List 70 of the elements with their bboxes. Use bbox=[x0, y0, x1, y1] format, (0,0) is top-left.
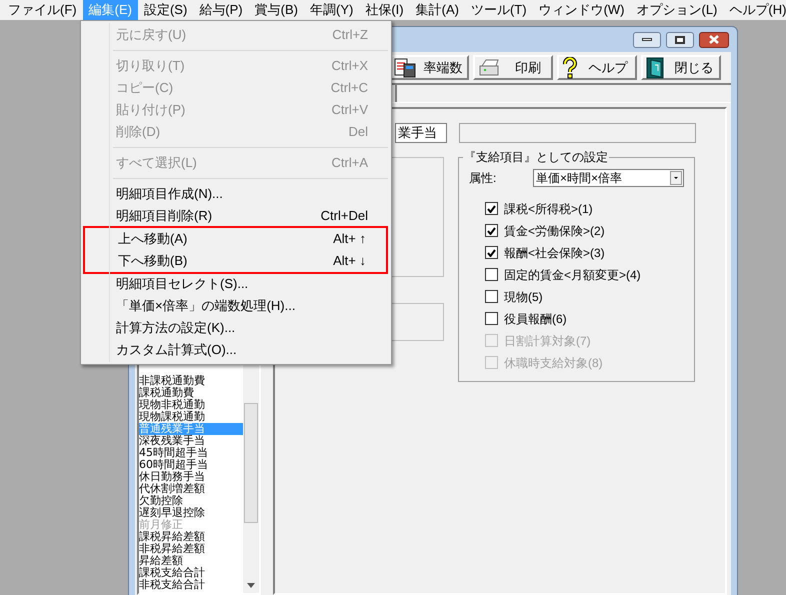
list-item[interactable]: 代休割増差額 bbox=[139, 483, 243, 495]
list-item[interactable]: 非税支給合計 bbox=[139, 579, 243, 591]
check-icon bbox=[487, 226, 496, 234]
toolbar-button[interactable]: 閉じる bbox=[641, 55, 721, 80]
menu-title[interactable]: 給与(P) bbox=[193, 0, 249, 20]
maximize-button[interactable] bbox=[666, 32, 694, 48]
scrollbar[interactable] bbox=[243, 365, 259, 593]
list-item[interactable]: 非税昇給差額 bbox=[139, 543, 243, 555]
calculator-icon bbox=[394, 58, 416, 78]
menu-item[interactable]: カスタム計算式(O)... bbox=[83, 339, 388, 361]
text-field[interactable] bbox=[459, 123, 696, 143]
menu-item[interactable]: 「単価×倍率」の端数処理(H)... bbox=[83, 295, 388, 317]
toolbar-button[interactable]: 印刷 bbox=[473, 55, 553, 80]
list-item[interactable]: 欠勤控除 bbox=[139, 495, 243, 507]
checkbox-label: 現物(5) bbox=[504, 288, 543, 306]
list-item[interactable]: 課税昇給差額 bbox=[139, 531, 243, 543]
scroll-down-icon[interactable] bbox=[247, 583, 255, 589]
menu-title[interactable]: 集計(A) bbox=[410, 0, 465, 20]
menu-title[interactable]: 賞与(B) bbox=[248, 0, 304, 20]
list-item[interactable]: 60時間超手当 bbox=[139, 459, 243, 471]
list-item[interactable]: 休日勤務手当 bbox=[139, 471, 243, 483]
menu-item[interactable]: 下へ移動(B) Alt+ ↓ bbox=[85, 250, 386, 272]
group-title: 『支給項目』としての設定 bbox=[463, 149, 609, 165]
checkbox[interactable] bbox=[485, 312, 498, 325]
list-item[interactable]: 遅刻早退控除 bbox=[139, 507, 243, 519]
list-item[interactable]: 現物非税通勤 bbox=[139, 399, 243, 411]
list-item[interactable]: 非課税通勤費 bbox=[139, 375, 243, 387]
checkbox-label: 日割計算対象(7) bbox=[504, 332, 591, 350]
question-mark-icon bbox=[562, 56, 578, 78]
list-item[interactable]: 深夜残業手当 bbox=[139, 435, 243, 447]
name-field[interactable]: 業手当 bbox=[395, 123, 447, 143]
checkbox-label: 賃金<労働保険>(2) bbox=[504, 222, 605, 240]
checkbox[interactable] bbox=[485, 246, 498, 259]
list-item[interactable]: 課税支給合計 bbox=[139, 567, 243, 579]
list-item[interactable]: 昇給差額 bbox=[139, 555, 243, 567]
menu-item[interactable]: 明細項目作成(N)... bbox=[83, 183, 388, 205]
menu-item[interactable]: 計算方法の設定(K)... bbox=[83, 317, 388, 339]
checkbox-label: 休職時支給対象(8) bbox=[504, 354, 603, 372]
menu-title[interactable]: ヘルプ(H) bbox=[723, 0, 786, 20]
checkbox-label: 課税<所得税>(1) bbox=[504, 200, 593, 218]
checkbox[interactable] bbox=[485, 290, 498, 303]
list-item[interactable]: 課税通勤費 bbox=[139, 387, 243, 399]
menu-item[interactable]: 明細項目セレクト(S)... bbox=[83, 273, 388, 295]
menu-title[interactable]: 年調(Y) bbox=[304, 0, 360, 20]
menu-title[interactable]: オプション(L) bbox=[630, 0, 724, 20]
toolbar-button[interactable]: ヘルプ bbox=[557, 55, 637, 80]
menu-item[interactable]: 上へ移動(A) Alt+ ↑ bbox=[85, 228, 386, 250]
close-icon bbox=[709, 35, 719, 44]
checkbox[interactable] bbox=[485, 268, 498, 281]
menu-title[interactable]: 設定(S) bbox=[138, 0, 194, 20]
list-item[interactable]: 45時間超手当 bbox=[139, 447, 243, 459]
checkbox-label: 役員報酬(6) bbox=[504, 310, 567, 328]
check-icon bbox=[487, 204, 496, 212]
list-item[interactable]: 現物課税通勤 bbox=[139, 411, 243, 423]
menu-title[interactable]: ウィンドウ(W) bbox=[532, 0, 630, 20]
checkbox-label: 固定的賃金<月額変更>(4) bbox=[504, 266, 641, 284]
toolbar-button[interactable]: 率端数 bbox=[389, 55, 469, 80]
door-icon bbox=[646, 56, 666, 78]
menu-title[interactable]: 社保(I) bbox=[359, 0, 410, 20]
check-icon bbox=[487, 248, 496, 256]
menu-title[interactable]: ファイル(F) bbox=[2, 0, 83, 20]
attribute-dropdown[interactable]: 単価×時間×倍率 bbox=[533, 169, 684, 187]
minimize-button[interactable] bbox=[633, 32, 661, 48]
close-button[interactable] bbox=[699, 32, 729, 48]
menu-title[interactable]: ツール(T) bbox=[464, 0, 533, 20]
menu-item[interactable]: 明細項目削除(R) Ctrl+Del bbox=[83, 205, 388, 227]
checkbox[interactable] bbox=[485, 202, 498, 215]
checkbox-label: 報酬<社会保険>(3) bbox=[504, 244, 605, 262]
checkbox[interactable] bbox=[485, 224, 498, 237]
attribute-label: 属性: bbox=[469, 170, 498, 187]
